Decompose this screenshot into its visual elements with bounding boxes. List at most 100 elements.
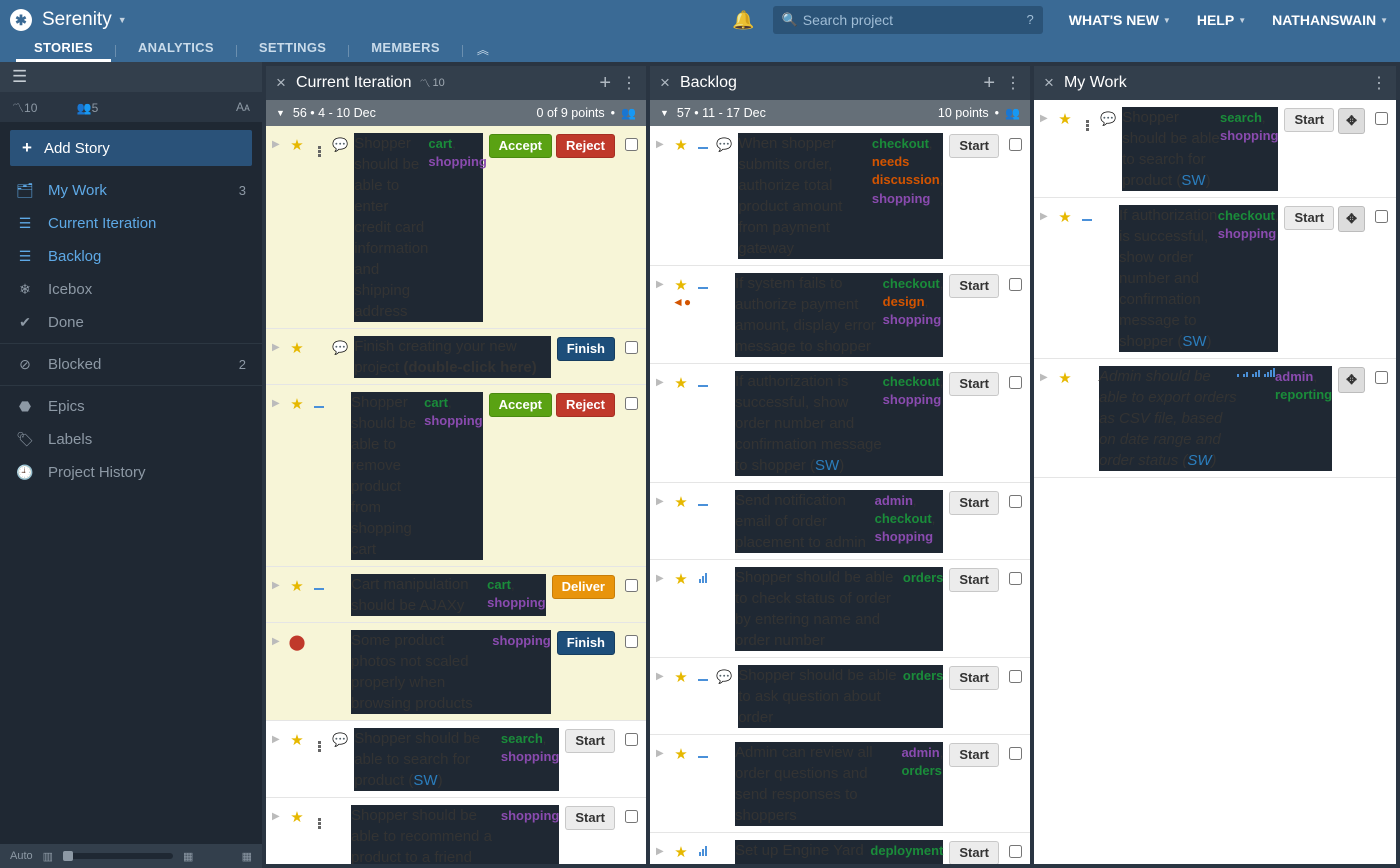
story-estimate[interactable] bbox=[696, 742, 710, 764]
select-checkbox[interactable] bbox=[625, 731, 638, 752]
tag[interactable]: shopping bbox=[1218, 226, 1277, 241]
story-estimate[interactable] bbox=[1080, 205, 1094, 227]
expand-icon[interactable]: ▶ bbox=[656, 273, 666, 292]
tag[interactable]: deployment bbox=[870, 843, 943, 858]
sidebar-item-current-iteration[interactable]: ☰ Current Iteration bbox=[0, 207, 262, 240]
expand-icon[interactable]: ▶ bbox=[1040, 107, 1050, 126]
tag[interactable]: shopping bbox=[501, 749, 560, 764]
tag[interactable]: shopping bbox=[424, 413, 483, 428]
expand-icon[interactable]: ▶ bbox=[1040, 205, 1050, 224]
tag[interactable]: orders bbox=[903, 668, 943, 683]
search-input[interactable] bbox=[773, 6, 1043, 34]
story-row[interactable]: ▶ ★ ◄● If system fails to authorize paym… bbox=[650, 266, 1030, 364]
panel-menu-icon[interactable]: ⋮ bbox=[621, 73, 636, 93]
expand-icon[interactable]: ▶ bbox=[272, 574, 282, 593]
story-row[interactable]: ▶ ★ If authorization is successful, show… bbox=[1034, 198, 1396, 359]
finish-button[interactable]: Finish bbox=[557, 631, 615, 655]
hamburger-icon[interactable]: ☰ bbox=[12, 67, 27, 87]
story-estimate[interactable] bbox=[312, 574, 326, 596]
select-checkbox[interactable] bbox=[625, 136, 638, 157]
finish-button[interactable]: Finish bbox=[557, 337, 615, 361]
whats-new-link[interactable]: WHAT'S NEW▼ bbox=[1069, 12, 1171, 28]
collapse-icon[interactable]: ▼ bbox=[660, 108, 669, 118]
select-checkbox[interactable] bbox=[1009, 136, 1022, 157]
add-story-icon[interactable]: + bbox=[599, 72, 611, 95]
select-checkbox[interactable] bbox=[625, 395, 638, 416]
density-grid-icon[interactable]: ▦ bbox=[183, 850, 193, 863]
tag[interactable]: reporting bbox=[1275, 387, 1332, 402]
expand-icon[interactable]: ▶ bbox=[272, 392, 282, 411]
story-row[interactable]: ▶ ★ 💬 Shopper should be able to search f… bbox=[1034, 100, 1396, 198]
tag[interactable]: shopping bbox=[487, 595, 546, 610]
collapse-icon[interactable]: ▼ bbox=[276, 108, 285, 118]
density-grid-icon[interactable]: ▦ bbox=[242, 850, 252, 863]
story-estimate[interactable] bbox=[312, 805, 326, 829]
sidebar-item-my-work[interactable]: 🗂 My Work 3 bbox=[0, 174, 262, 207]
tag[interactable]: orders bbox=[901, 763, 941, 778]
tag[interactable]: checkout bbox=[1218, 208, 1275, 223]
member-count[interactable]: 👥5 bbox=[77, 101, 117, 115]
reject-button[interactable]: Reject bbox=[556, 393, 615, 417]
tag[interactable]: checkout bbox=[872, 136, 929, 151]
tag[interactable]: checkout bbox=[875, 511, 932, 526]
select-checkbox[interactable] bbox=[1375, 208, 1388, 229]
sidebar-item-icebox[interactable]: ❄ Icebox bbox=[0, 273, 262, 306]
select-checkbox[interactable] bbox=[1009, 668, 1022, 689]
tag[interactable]: checkout bbox=[883, 276, 940, 291]
story-row[interactable]: ▶ ★ Shopper should be able to remove pro… bbox=[266, 385, 646, 567]
story-row[interactable]: ▶ ★ Send notification email of order pla… bbox=[650, 483, 1030, 560]
tag[interactable]: cart bbox=[424, 395, 448, 410]
move-button[interactable]: ✥ bbox=[1338, 206, 1365, 232]
story-row[interactable]: ▶ ★ Admin should be able to export order… bbox=[1034, 359, 1396, 478]
expand-tabs-icon[interactable]: ︽ bbox=[467, 41, 499, 62]
select-checkbox[interactable] bbox=[1009, 570, 1022, 591]
tag[interactable]: shopping bbox=[875, 529, 934, 544]
story-estimate[interactable] bbox=[696, 133, 710, 155]
velocity-indicator[interactable]: 〽10 bbox=[12, 101, 55, 115]
tag[interactable]: shopping bbox=[492, 633, 551, 648]
story-estimate[interactable] bbox=[696, 371, 710, 393]
start-button[interactable]: Start bbox=[1284, 108, 1334, 132]
density-compact-icon[interactable]: ▥ bbox=[43, 850, 53, 863]
select-checkbox[interactable] bbox=[625, 808, 638, 829]
story-row[interactable]: ▶ ★ Admin can review all order questions… bbox=[650, 735, 1030, 833]
start-button[interactable]: Start bbox=[949, 372, 999, 396]
expand-icon[interactable]: ▶ bbox=[656, 371, 666, 390]
select-checkbox[interactable] bbox=[1375, 110, 1388, 131]
tag[interactable]: search bbox=[501, 731, 543, 746]
tag[interactable]: design bbox=[883, 294, 925, 309]
expand-icon[interactable]: ▶ bbox=[272, 805, 282, 824]
panel-menu-icon[interactable]: ⋮ bbox=[1005, 73, 1020, 93]
select-checkbox[interactable] bbox=[625, 633, 638, 654]
start-button[interactable]: Start bbox=[565, 806, 615, 830]
add-story-button[interactable]: + Add Story bbox=[10, 130, 252, 166]
story-row[interactable]: ▶ ★ Shopper should be able to check stat… bbox=[650, 560, 1030, 658]
start-button[interactable]: Start bbox=[949, 568, 999, 592]
move-button[interactable]: ✥ bbox=[1338, 367, 1365, 393]
sidebar-item-done[interactable]: ✔ Done bbox=[0, 306, 262, 339]
expand-icon[interactable]: ▶ bbox=[272, 728, 282, 747]
story-estimate[interactable] bbox=[312, 336, 326, 338]
comment-icon[interactable]: 💬 bbox=[716, 133, 732, 154]
accept-button[interactable]: Accept bbox=[489, 134, 552, 158]
notifications-icon[interactable]: 🔔 bbox=[732, 10, 754, 31]
help-link[interactable]: HELP▼ bbox=[1197, 12, 1246, 28]
story-row[interactable]: ▶ ★ 💬 Shopper should be able to ask ques… bbox=[650, 658, 1030, 735]
story-estimate[interactable] bbox=[696, 490, 710, 512]
story-row[interactable]: ▶ ★ 💬 When shopper submits order, author… bbox=[650, 126, 1030, 266]
tag[interactable]: shopping bbox=[1220, 128, 1279, 143]
story-row[interactable]: ▶ ★ Cart manipulation should be AJAXy ca… bbox=[266, 567, 646, 623]
tab-analytics[interactable]: ANALYTICS bbox=[120, 40, 232, 62]
start-button[interactable]: Start bbox=[1284, 206, 1334, 230]
user-menu[interactable]: NATHANSWAIN▼ bbox=[1272, 12, 1388, 28]
tag[interactable]: admin bbox=[1275, 369, 1313, 384]
panel-menu-icon[interactable]: ⋮ bbox=[1371, 73, 1386, 93]
tag[interactable]: shopping bbox=[501, 808, 560, 823]
expand-icon[interactable]: ▶ bbox=[656, 490, 666, 509]
owner-link[interactable]: SW bbox=[413, 772, 437, 789]
add-story-icon[interactable]: + bbox=[983, 72, 995, 95]
density-slider[interactable] bbox=[63, 853, 173, 859]
expand-icon[interactable]: ▶ bbox=[272, 336, 282, 355]
sidebar-item-history[interactable]: 🕘 Project History bbox=[0, 456, 262, 489]
story-estimate[interactable] bbox=[1080, 107, 1094, 131]
